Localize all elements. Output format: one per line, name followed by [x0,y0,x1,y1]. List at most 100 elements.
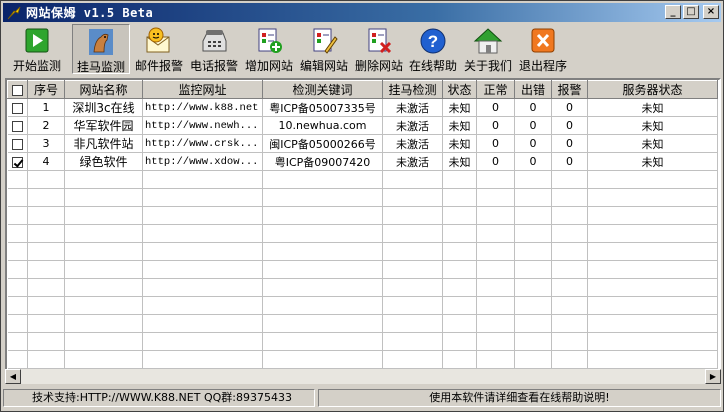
header-alarm[interactable]: 报警 [551,80,588,99]
table-row[interactable]: 1 深圳3c在线 http://www.k88.net 粤ICP备05007335号未… [7,98,718,117]
header-url[interactable]: 监控网址 [142,80,263,99]
status-support: 技术支持:HTTP://WWW.K88.NET QQ群:89375433 [3,389,315,407]
phone-alarm-button[interactable]: 电话报警 [187,24,241,74]
maximize-button[interactable]: □ [683,5,699,19]
cell-url: http://www.xdow... [142,152,263,171]
header-name[interactable]: 网站名称 [64,80,143,99]
cell-no [27,350,65,369]
horizontal-scrollbar[interactable]: ◀ ▶ [5,369,721,384]
edit-site-button[interactable]: 编辑网站 [297,24,351,74]
exit-button[interactable]: 退出程序 [516,24,570,74]
row-checkbox[interactable] [11,138,23,150]
site-table[interactable]: 序号 网站名称 监控网址 检测关键词 挂马检测 状态 正常 出错 报警 服务器状… [5,78,721,383]
row-checkbox-cell[interactable] [7,224,28,243]
mail-alarm-button[interactable]: 邮件报警 [132,24,186,74]
cell-err [514,170,552,189]
cell-keyword [262,224,383,243]
cell-server [587,188,718,207]
row-checkbox-cell[interactable] [7,242,28,261]
select-all-checkbox[interactable] [12,84,23,96]
table-row[interactable] [7,188,718,207]
cell-trojan: 未激活 [382,134,443,153]
row-checkbox-cell[interactable] [7,98,28,117]
cell-url [142,188,263,207]
cell-server [587,170,718,189]
row-checkbox-cell[interactable] [7,296,28,315]
header-select-all[interactable] [7,80,28,99]
table-row[interactable] [7,332,718,351]
cell-keyword [262,332,383,351]
row-checkbox[interactable] [11,156,23,168]
scroll-track[interactable] [21,369,705,384]
row-checkbox-cell[interactable] [7,332,28,351]
table-row[interactable] [7,242,718,261]
main-window: 网站保姆 v1.5 Beta _ □ × 开始监测 挂马监测 邮件报警 电话报警… [0,0,724,412]
online-help-label: 在线帮助 [408,59,457,73]
about-us-button[interactable]: 关于我们 [461,24,515,74]
delete-site-icon [364,27,394,55]
table-row[interactable] [7,278,718,297]
close-button[interactable]: × [703,5,719,19]
table-row[interactable] [7,350,718,369]
add-site-button[interactable]: 增加网站 [242,24,296,74]
cell-state [442,188,477,207]
cell-server [587,260,718,279]
table-row[interactable]: 2 华军软件园 http://www.newh... 10.newhua.com 未激活… [7,116,718,135]
row-checkbox[interactable] [11,102,23,114]
row-checkbox-cell[interactable] [7,206,28,225]
scroll-right-button[interactable]: ▶ [705,369,721,384]
add-site-icon [254,27,284,55]
table-row[interactable] [7,260,718,279]
header-keyword[interactable]: 检测关键词 [262,80,383,99]
table-row[interactable] [7,170,718,189]
cell-trojan: 未激活 [382,98,443,117]
header-trojan[interactable]: 挂马检测 [382,80,443,99]
row-checkbox-cell[interactable] [7,170,28,189]
header-ok[interactable]: 正常 [476,80,515,99]
cell-alarm [551,350,588,369]
cell-no [27,206,65,225]
window-title: 网站保姆 v1.5 Beta [26,6,154,20]
cell-alarm [551,278,588,297]
cell-trojan [382,350,443,369]
status-hint: 使用本软件请详细查看在线帮助说明! [318,389,721,407]
header-no[interactable]: 序号 [27,80,65,99]
phone-icon [199,27,229,55]
table-row[interactable] [7,314,718,333]
header-err[interactable]: 出错 [514,80,552,99]
table-row[interactable] [7,296,718,315]
start-monitor-button[interactable]: 开始监测 [9,24,65,74]
row-checkbox-cell[interactable] [7,188,28,207]
row-checkbox-cell[interactable] [7,152,28,171]
trojan-monitor-label: 挂马监测 [76,60,125,74]
title-bar[interactable]: 网站保姆 v1.5 Beta _ □ × [3,3,721,22]
delete-site-button[interactable]: 删除网站 [352,24,406,74]
minimize-button[interactable]: _ [665,5,681,19]
table-row[interactable]: 4 绿色软件 http://www.xdow... 粤ICP备09007420 未激活未… [7,152,718,171]
cell-keyword [262,350,383,369]
cell-no [27,296,65,315]
row-checkbox-cell[interactable] [7,278,28,297]
online-help-button[interactable]: ? 在线帮助 [406,24,460,74]
header-server[interactable]: 服务器状态 [587,80,718,99]
cell-ok [476,296,515,315]
header-state[interactable]: 状态 [442,80,477,99]
row-checkbox-cell[interactable] [7,134,28,153]
trojan-monitor-button[interactable]: 挂马监测 [72,24,130,74]
scroll-left-button[interactable]: ◀ [5,369,21,384]
cell-server [587,242,718,261]
exit-icon [528,27,558,55]
table-row[interactable] [7,206,718,225]
row-checkbox-cell[interactable] [7,350,28,369]
cell-server [587,314,718,333]
cell-err: 0 [514,98,552,117]
table-row[interactable]: 3 非凡软件站 http://www.crsk... 闽ICP备05000266号 未激… [7,134,718,153]
row-checkbox-cell[interactable] [7,314,28,333]
row-checkbox-cell[interactable] [7,260,28,279]
cell-url [142,332,263,351]
cell-state [442,224,477,243]
row-checkbox-cell[interactable] [7,116,28,135]
table-row[interactable] [7,224,718,243]
cell-state [442,350,477,369]
row-checkbox[interactable] [11,120,23,132]
